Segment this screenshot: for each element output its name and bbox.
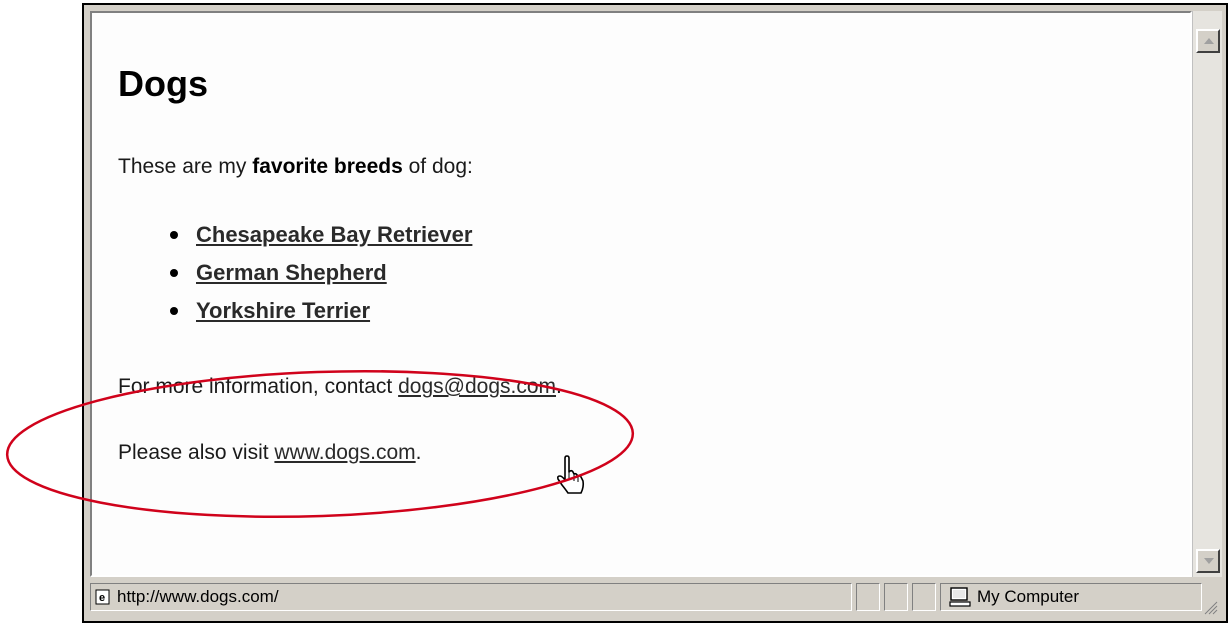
hand-cursor-icon — [556, 455, 585, 494]
bullet-icon — [170, 307, 178, 315]
page-viewport: Dogs These are my favorite breeds of dog… — [90, 11, 1192, 577]
arrow-up-icon — [1204, 38, 1214, 44]
intro-text-before: These are my — [118, 155, 253, 178]
status-url-pane: e http://www.dogs.com/ — [90, 583, 852, 611]
status-pane-empty-2 — [884, 583, 908, 611]
intro-text-after: of dog: — [402, 155, 473, 178]
contact-period: . — [556, 375, 562, 398]
contact-text: For more information, contact — [118, 375, 399, 398]
intro-bold-text: favorite breeds — [252, 155, 403, 178]
email-link[interactable]: dogs@dogs.com — [398, 375, 556, 398]
svg-text:e: e — [99, 592, 105, 604]
bullet-icon — [170, 231, 178, 239]
visit-period: . — [415, 441, 422, 464]
list-item: Chesapeake Bay Retriever — [170, 221, 472, 259]
scroll-down-button[interactable] — [1196, 549, 1220, 573]
website-link[interactable]: www.dogs.com — [274, 441, 415, 464]
bullet-icon — [170, 269, 178, 277]
breed-link-yorkshire[interactable]: Yorkshire Terrier — [196, 298, 370, 323]
status-pane-empty-1 — [856, 583, 880, 611]
arrow-down-icon — [1204, 558, 1214, 564]
breeds-list: Chesapeake Bay Retriever German Shepherd… — [170, 221, 472, 335]
visit-paragraph: Please also visit www.dogs.com. — [118, 441, 421, 465]
status-zone-text: My Computer — [977, 587, 1080, 606]
breed-link-german-shepherd[interactable]: German Shepherd — [196, 260, 387, 285]
breed-link-chesapeake[interactable]: Chesapeake Bay Retriever — [196, 222, 472, 247]
status-pane-empty-3 — [912, 583, 936, 611]
browser-window: Dogs These are my favorite breeds of dog… — [82, 3, 1228, 623]
page-content: Dogs These are my favorite breeds of dog… — [118, 13, 1178, 573]
resize-grip-icon[interactable] — [1202, 599, 1218, 615]
status-url-text: http://www.dogs.com/ — [117, 587, 279, 606]
status-zone-pane: My Computer — [940, 583, 1202, 611]
list-item: German Shepherd — [170, 259, 472, 297]
ie-page-icon: e — [95, 589, 110, 605]
list-item: Yorkshire Terrier — [170, 297, 472, 335]
computer-icon — [949, 587, 971, 607]
vertical-scrollbar[interactable] — [1192, 11, 1222, 577]
status-bar: e http://www.dogs.com/ My Computer — [90, 579, 1220, 617]
scroll-up-button[interactable] — [1196, 29, 1220, 53]
contact-paragraph: For more information, contact dogs@dogs.… — [118, 375, 562, 399]
page-heading: Dogs — [118, 63, 208, 104]
visit-text: Please also visit — [118, 441, 275, 464]
intro-paragraph: These are my favorite breeds of dog: — [118, 155, 473, 179]
